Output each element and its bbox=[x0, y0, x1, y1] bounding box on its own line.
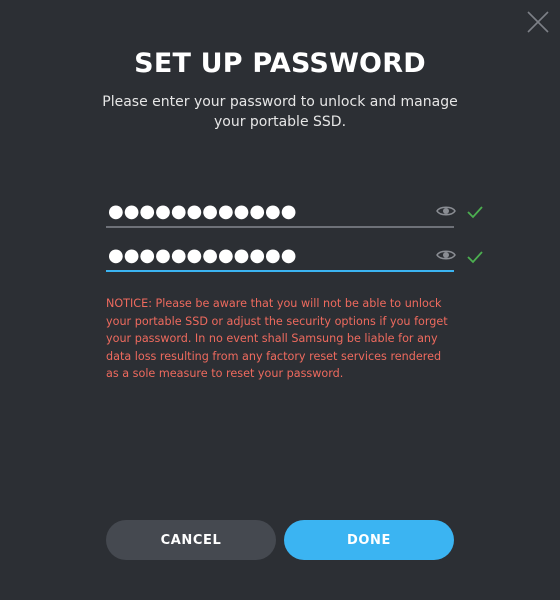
dialog-subtitle: Please enter your password to unlock and… bbox=[102, 94, 458, 130]
password-field bbox=[106, 198, 456, 228]
check-icon bbox=[467, 251, 483, 264]
notice-text: NOTICE: Please be aware that you will no… bbox=[106, 297, 448, 381]
done-button[interactable]: DONE bbox=[284, 520, 454, 560]
close-button[interactable] bbox=[526, 10, 550, 34]
setup-password-dialog: SET UP PASSWORD Please enter your passwo… bbox=[0, 0, 560, 600]
cancel-button[interactable]: CANCEL bbox=[106, 520, 276, 560]
close-icon bbox=[527, 11, 549, 33]
check-icon bbox=[467, 206, 483, 219]
dialog-title: SET UP PASSWORD bbox=[134, 48, 426, 79]
eye-icon[interactable] bbox=[436, 204, 456, 218]
confirm-password-input[interactable] bbox=[108, 242, 408, 268]
confirm-password-field bbox=[106, 242, 456, 272]
password-input[interactable] bbox=[108, 198, 408, 224]
eye-icon[interactable] bbox=[436, 248, 456, 262]
